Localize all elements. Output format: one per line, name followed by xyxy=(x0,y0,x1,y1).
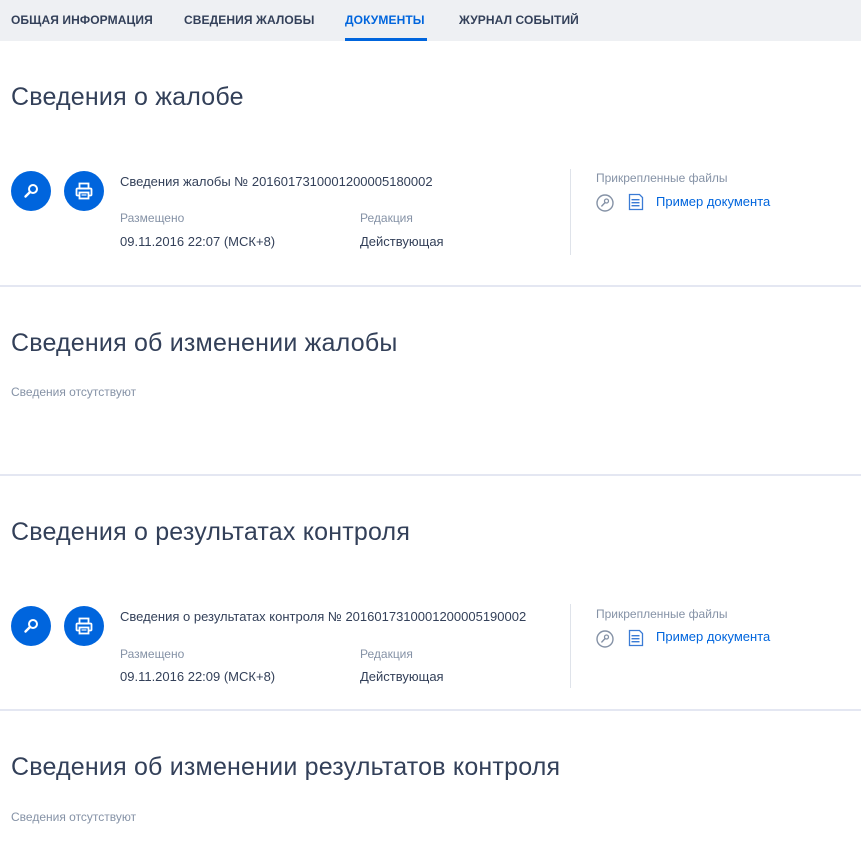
edition-value: Действующая xyxy=(360,234,444,249)
printer-icon xyxy=(75,182,93,200)
edition-label: Редакция xyxy=(360,647,413,661)
section-title-complaint: Сведения о жалобе xyxy=(11,83,244,111)
edition-value: Действующая xyxy=(360,669,444,684)
placed-label: Размещено xyxy=(120,647,185,661)
section-title-control-results-changes: Сведения об изменении результатов контро… xyxy=(11,753,561,781)
placed-value: 09.11.2016 22:07 (МСК+8) xyxy=(120,234,276,249)
section-title-complaint-changes: Сведения об изменении жалобы xyxy=(11,329,398,357)
document-file-icon xyxy=(628,193,644,211)
tab-event-log[interactable]: ЖУРНАЛ СОБЫТИЙ xyxy=(459,13,579,27)
signature-key-icon[interactable] xyxy=(596,194,614,212)
signature-key-icon[interactable] xyxy=(596,630,614,648)
section-divider xyxy=(0,709,861,711)
edition-label: Редакция xyxy=(360,211,413,225)
print-document-button[interactable] xyxy=(64,606,104,646)
section-title-control-results: Сведения о результатах контроля xyxy=(11,518,411,546)
active-tab-indicator xyxy=(345,38,427,41)
magnifier-icon xyxy=(24,619,38,633)
attached-files-label: Прикрепленные файлы xyxy=(596,171,728,185)
no-data-text: Сведения отсутствуют xyxy=(11,810,137,824)
document-title: Сведения о результатах контроля № 201601… xyxy=(120,609,527,624)
document-file-icon xyxy=(628,629,644,647)
printer-icon xyxy=(75,617,93,635)
document-title: Сведения жалобы № 2016017310001200005180… xyxy=(120,174,433,189)
attached-files-label: Прикрепленные файлы xyxy=(596,607,728,621)
tab-complaint-info[interactable]: СВЕДЕНИЯ ЖАЛОБЫ xyxy=(184,13,314,27)
section-divider xyxy=(0,285,861,287)
column-divider xyxy=(570,169,571,255)
placed-value: 09.11.2016 22:09 (МСК+8) xyxy=(120,669,276,684)
view-document-button[interactable] xyxy=(11,171,51,211)
no-data-text: Сведения отсутствуют xyxy=(11,385,137,399)
attached-file-link[interactable]: Пример документа xyxy=(656,194,770,209)
column-divider xyxy=(570,604,571,688)
placed-label: Размещено xyxy=(120,211,185,225)
tab-bar: ОБЩАЯ ИНФОРМАЦИЯ СВЕДЕНИЯ ЖАЛОБЫ ДОКУМЕН… xyxy=(0,0,861,41)
magnifier-icon xyxy=(24,184,38,198)
view-document-button[interactable] xyxy=(11,606,51,646)
complaint-document-card: Сведения жалобы № 2016017310001200005180… xyxy=(0,168,861,264)
tab-general-info[interactable]: ОБЩАЯ ИНФОРМАЦИЯ xyxy=(11,13,153,27)
tab-documents[interactable]: ДОКУМЕНТЫ xyxy=(345,13,425,27)
attached-file-link[interactable]: Пример документа xyxy=(656,629,770,644)
section-divider xyxy=(0,474,861,476)
print-document-button[interactable] xyxy=(64,171,104,211)
control-results-document-card: Сведения о результатах контроля № 201601… xyxy=(0,603,861,699)
